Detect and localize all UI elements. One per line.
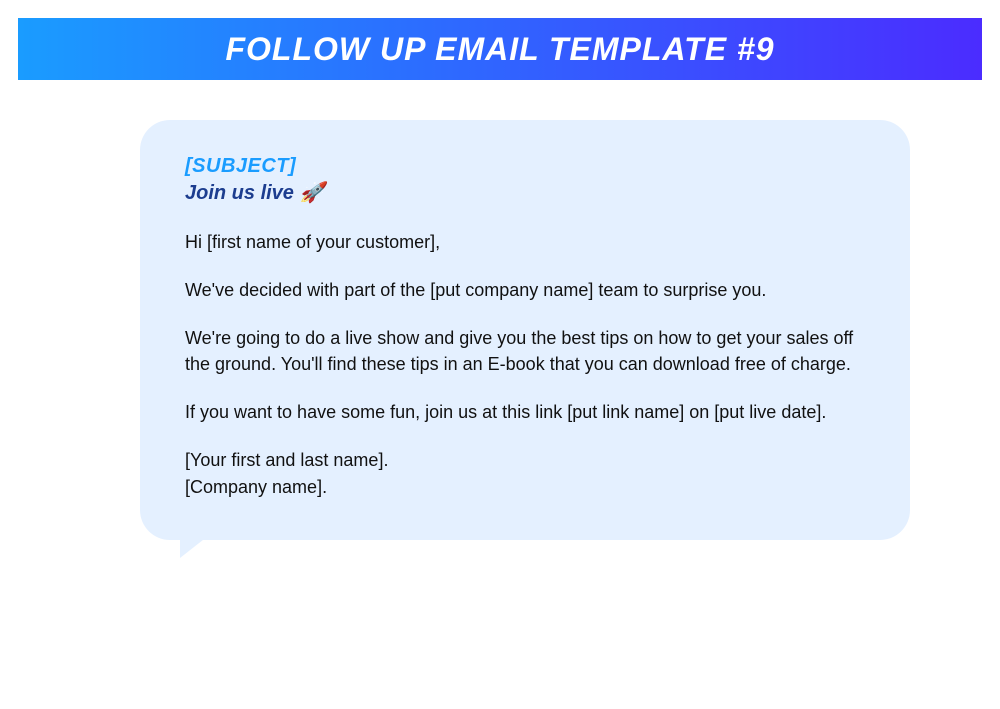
email-body: Hi [first name of your customer], We've … <box>185 229 865 500</box>
body-paragraph-1: We've decided with part of the [put comp… <box>185 277 865 303</box>
signature-block: [Your first and last name]. [Company nam… <box>185 447 865 499</box>
email-template-bubble: [SUBJECT] Join us live 🚀 Hi [first name … <box>140 120 910 540</box>
header-banner: FOLLOW UP EMAIL TEMPLATE #9 <box>18 18 982 80</box>
subject-line: Join us live 🚀 <box>185 180 865 205</box>
body-paragraph-2: We're going to do a live show and give y… <box>185 325 865 377</box>
body-paragraph-3: If you want to have some fun, join us at… <box>185 399 865 425</box>
greeting-line: Hi [first name of your customer], <box>185 229 865 255</box>
subject-label: [SUBJECT] <box>185 155 865 178</box>
header-title: FOLLOW UP EMAIL TEMPLATE #9 <box>225 31 774 68</box>
signature-company: [Company name]. <box>185 474 865 500</box>
signature-name: [Your first and last name]. <box>185 447 865 473</box>
content-wrapper: [SUBJECT] Join us live 🚀 Hi [first name … <box>0 80 1000 540</box>
